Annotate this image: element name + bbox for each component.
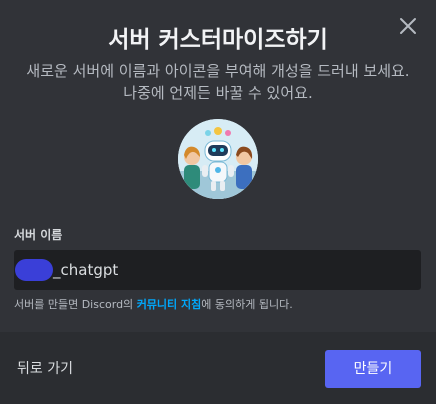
redacted-username	[15, 259, 53, 281]
terms-prefix: 서버를 만들면 Discord의	[14, 298, 137, 311]
back-button[interactable]: 뒤로 가기	[17, 358, 73, 378]
terms-suffix: 에 동의하게 됩니다.	[201, 298, 293, 311]
server-icon-image	[178, 119, 258, 199]
customize-server-modal: 서버 커스터마이즈하기 새로운 서버에 이름과 아이콘을 부여해 개성을 드러내…	[0, 0, 436, 404]
community-guidelines-link[interactable]: 커뮤니티 지침	[137, 298, 202, 311]
create-button[interactable]: 만들기	[325, 350, 421, 388]
server-name-value[interactable]: _chatgpt	[53, 261, 118, 279]
server-icon-avatar[interactable]	[178, 119, 258, 199]
modal-title: 서버 커스터마이즈하기	[108, 27, 328, 53]
terms-notice: 서버를 만들면 Discord의 커뮤니티 지침에 동의하게 됩니다.	[14, 296, 424, 312]
server-name-input[interactable]: _chatgpt	[14, 250, 421, 290]
server-name-label: 서버 이름	[14, 228, 63, 242]
modal-footer: 뒤로 가기 만들기	[0, 332, 436, 404]
modal-subtitle: 새로운 서버에 이름과 아이콘을 부여해 개성을 드러내 보세요. 나중에 언제…	[26, 62, 410, 102]
